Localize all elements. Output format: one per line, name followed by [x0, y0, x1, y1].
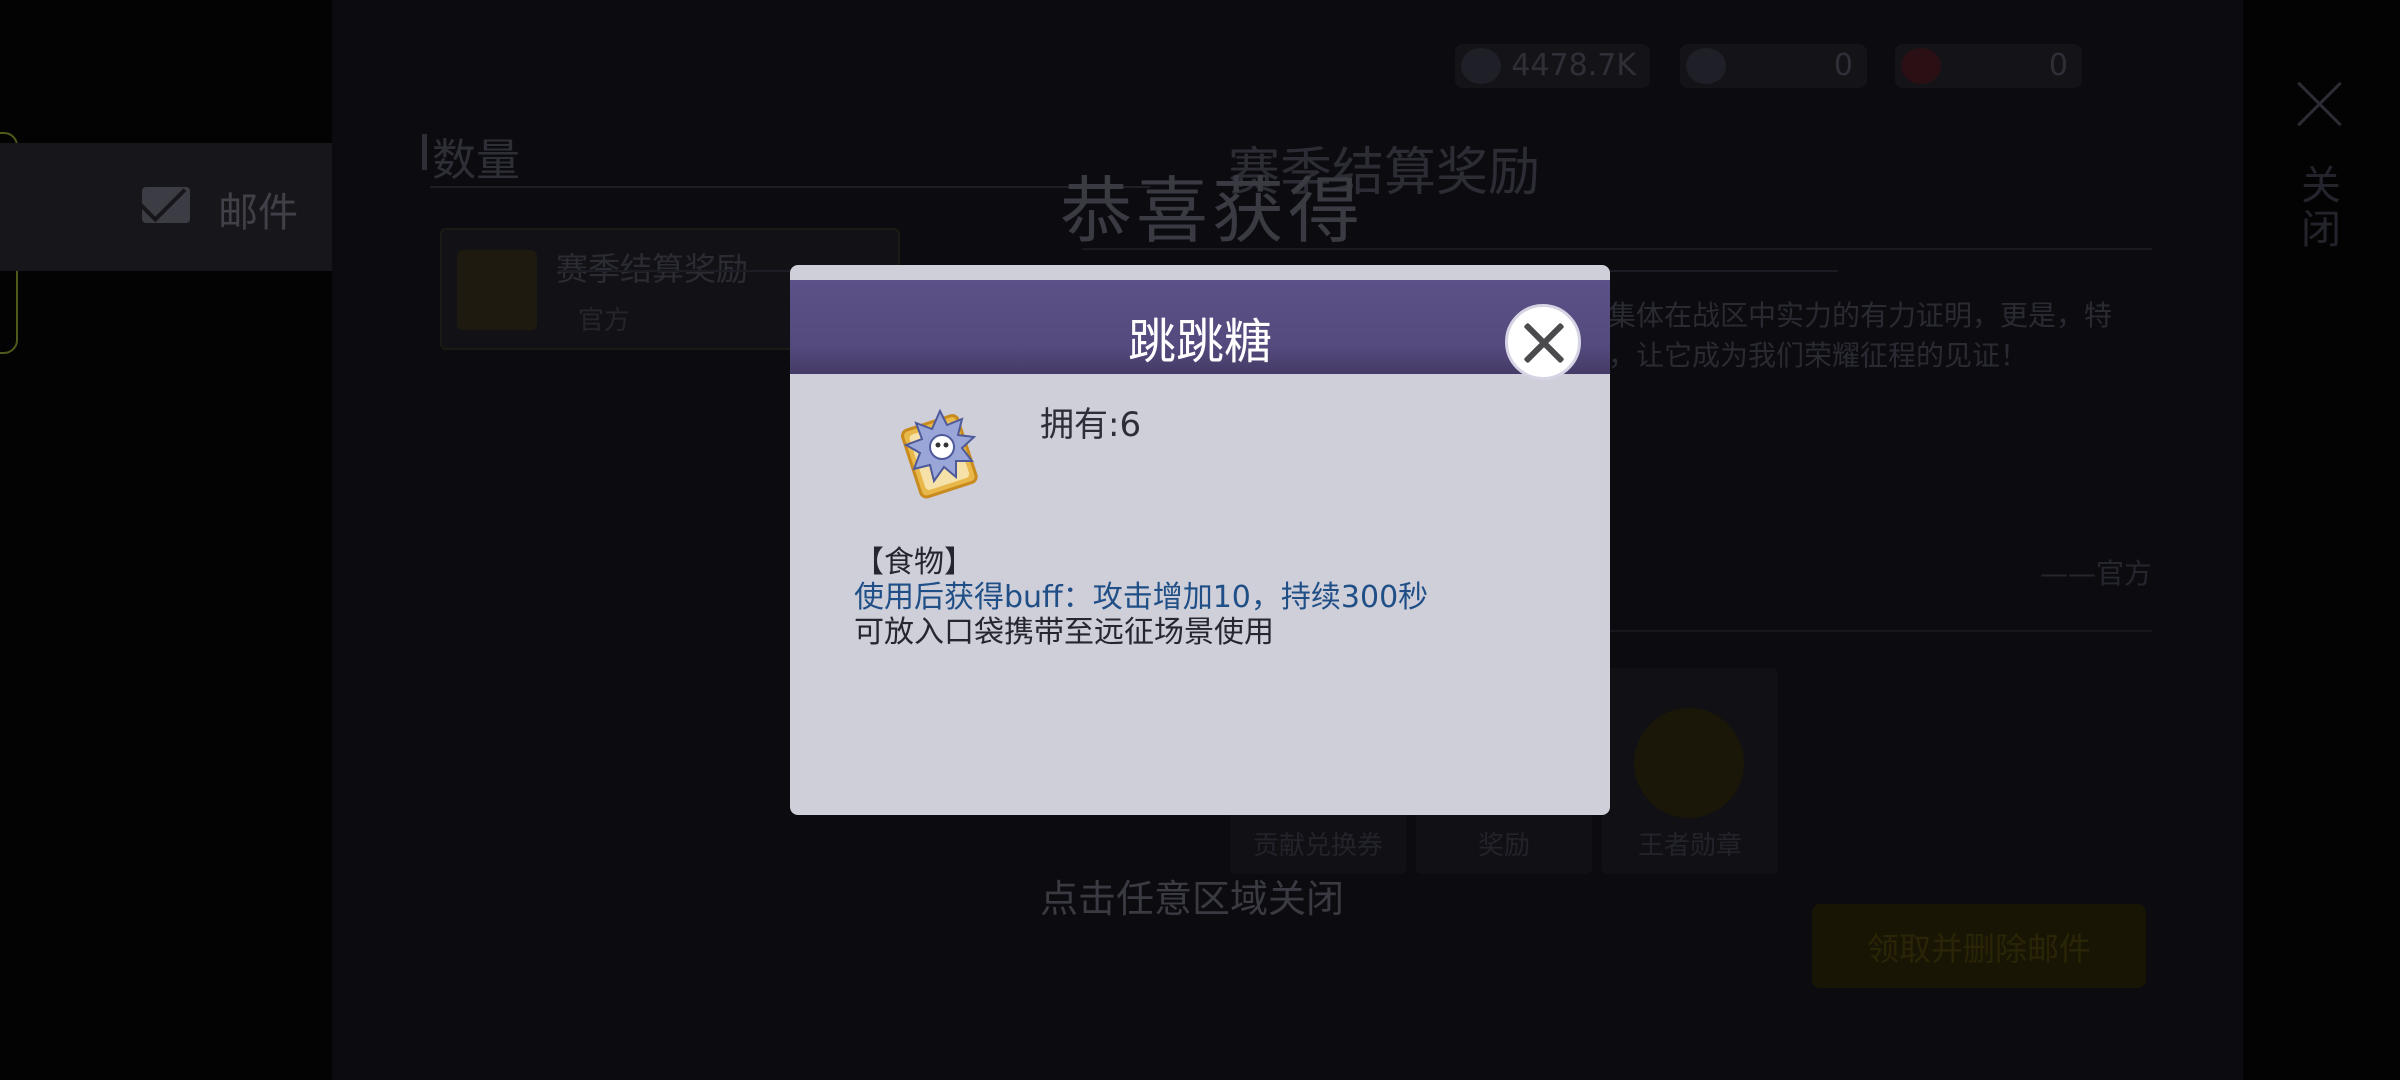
resource-gems: 0: [1680, 44, 1867, 88]
item-description: 【食物】 使用后获得buff：攻击增加10，持续300秒 可放入口袋携带至远征场…: [854, 545, 1428, 650]
reward-label: 奖励: [1477, 831, 1530, 861]
reward-label: 王者勋章: [1637, 831, 1742, 861]
mail-item-icon: [457, 250, 537, 330]
claim-button-label: 领取并删除邮件: [1866, 930, 2091, 968]
mail-tab-label: 邮件: [218, 190, 298, 236]
close-icon[interactable]: [1505, 304, 1581, 380]
dialog-title-bar: 跳跳糖: [790, 280, 1610, 380]
resource-value: 0: [1833, 48, 1853, 83]
tap-to-close-hint[interactable]: 点击任意区域关闭: [1040, 868, 1344, 923]
item-effect: 使用后获得buff：攻击增加10，持续300秒: [854, 580, 1429, 615]
item-detail-dialog: 跳跳糖 拥有:6 【食物】 使用后获得buff：攻击增加10，持续300秒 可放…: [790, 265, 1610, 815]
item-category: 【食物】: [854, 545, 974, 580]
owned-count: 拥有:6: [1040, 405, 1142, 445]
close-icon[interactable]: [2296, 80, 2344, 128]
reward-item[interactable]: 王者勋章: [1602, 668, 1778, 874]
close-label[interactable]: 关闭: [2298, 164, 2344, 252]
list-header: 数量: [422, 124, 520, 188]
divider: [430, 186, 1150, 188]
claim-and-delete-button[interactable]: 领取并删除邮件: [1812, 904, 2146, 988]
resource-tickets: 0: [1895, 44, 2082, 88]
dialog-title: 跳跳糖: [1127, 314, 1272, 370]
mail-item-title: 赛季结算奖励: [556, 250, 749, 288]
mail-icon: [142, 187, 190, 223]
congrats-title: 恭喜获得: [1060, 169, 1365, 253]
resource-coins: 4478.7K: [1455, 44, 1650, 88]
mail-signature: ——官方: [2040, 557, 2153, 590]
resource-value: 0: [2048, 48, 2068, 83]
reward-label: 贡献兑换券: [1252, 831, 1383, 861]
right-margin: [2243, 0, 2400, 1080]
gem-icon: [1686, 48, 1726, 84]
ticket-icon: [1901, 48, 1941, 84]
mail-item-sender: 官方: [578, 306, 631, 336]
candy-pack-icon: [901, 408, 978, 499]
coin-icon: [1461, 48, 1501, 84]
item-usage-note: 可放入口袋携带至远征场景使用: [854, 615, 1274, 650]
resource-value: 4478.7K: [1511, 48, 1636, 83]
